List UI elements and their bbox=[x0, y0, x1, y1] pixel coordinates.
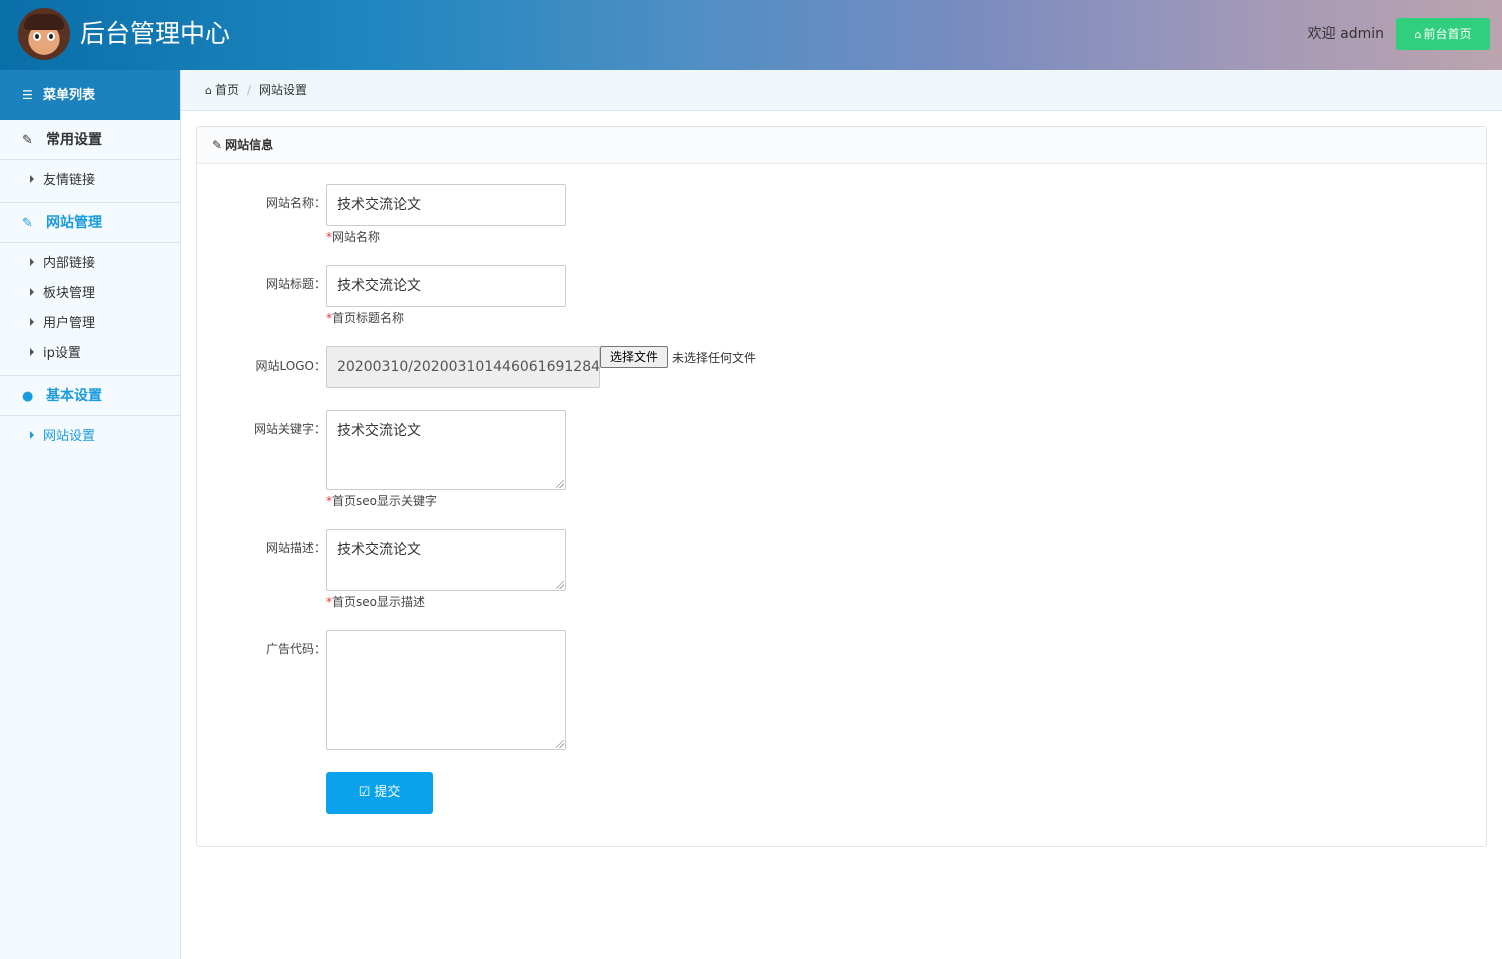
breadcrumb-separator: / bbox=[247, 83, 252, 97]
site-keywords-help: *首页seo显示关键字 bbox=[326, 494, 437, 508]
choose-file-button[interactable]: 选择文件 bbox=[600, 346, 668, 368]
site-name-input[interactable]: 技术交流论文 bbox=[326, 184, 566, 226]
site-description-value: 技术交流论文 bbox=[337, 542, 421, 558]
home-icon: ⌂ bbox=[205, 84, 212, 97]
sidebar-sublist-common: 友情链接 bbox=[0, 160, 180, 203]
caret-right-icon bbox=[30, 258, 34, 266]
menu-title-label: 菜单列表 bbox=[43, 88, 96, 103]
submit-button[interactable]: ☑ 提交 bbox=[326, 772, 433, 814]
caret-right-icon bbox=[30, 175, 34, 183]
sidebar-group-label: 基本设置 bbox=[46, 388, 102, 404]
resize-handle-icon[interactable] bbox=[556, 480, 564, 488]
resize-handle-icon[interactable] bbox=[556, 740, 564, 748]
caret-right-icon bbox=[30, 431, 34, 439]
list-icon: ☰ bbox=[22, 88, 33, 102]
sidebar-group-common[interactable]: ✎ 常用设置 bbox=[0, 120, 180, 160]
site-description-textarea[interactable]: 技术交流论文 bbox=[326, 529, 566, 591]
user-icon: ● bbox=[22, 389, 34, 404]
sidebar-group-site-management[interactable]: ✎ 网站管理 bbox=[0, 203, 180, 243]
sidebar: ☰ 菜单列表 ✎ 常用设置 友情链接 ✎ 网站管理 内部链接 板块管理 用户管理 ip… bbox=[0, 70, 181, 959]
breadcrumb-home[interactable]: 首页 bbox=[215, 83, 239, 97]
site-logo-label: 网站LOGO： bbox=[255, 359, 326, 373]
edit-icon: ✎ bbox=[22, 133, 33, 148]
sidebar-item-internal-links[interactable]: 内部链接 bbox=[0, 249, 180, 279]
sidebar-group-label: 网站管理 bbox=[46, 215, 102, 231]
sidebar-item-friend-links[interactable]: 友情链接 bbox=[0, 166, 180, 196]
sidebar-sublist-basic: 网站设置 bbox=[0, 416, 180, 458]
site-keywords-textarea[interactable]: 技术交流论文 bbox=[326, 410, 566, 490]
site-name-label: 网站名称： bbox=[265, 196, 326, 210]
edit-icon: ✎ bbox=[212, 138, 223, 152]
panel-title: ✎ 网站信息 bbox=[197, 127, 1486, 164]
caret-right-icon bbox=[30, 318, 34, 326]
app-title: 后台管理中心 bbox=[80, 19, 231, 48]
breadcrumb-current: 网站设置 bbox=[259, 83, 308, 97]
sidebar-item-label: 内部链接 bbox=[43, 256, 96, 271]
sidebar-item-label: 用户管理 bbox=[43, 316, 96, 331]
check-square-icon: ☑ bbox=[358, 785, 371, 800]
file-status: 未选择任何文件 bbox=[672, 351, 757, 365]
sidebar-item-site-settings[interactable]: 网站设置 bbox=[0, 422, 180, 452]
top-header: 后台管理中心 欢迎 admin ⌂ 前台首页 bbox=[0, 0, 1502, 70]
sidebar-item-ip[interactable]: ip设置 bbox=[0, 339, 180, 369]
site-title-label: 网站标题： bbox=[265, 277, 326, 291]
menu-title: ☰ 菜单列表 bbox=[0, 70, 180, 120]
avatar bbox=[18, 8, 70, 60]
sidebar-item-label: 板块管理 bbox=[43, 286, 96, 301]
site-name-help: *网站名称 bbox=[326, 230, 381, 244]
caret-right-icon bbox=[30, 288, 34, 296]
ad-code-label: 广告代码： bbox=[265, 642, 326, 656]
site-description-help: *首页seo显示描述 bbox=[326, 595, 425, 609]
sidebar-group-label: 常用设置 bbox=[46, 132, 102, 148]
site-keywords-label: 网站关键字： bbox=[253, 422, 326, 436]
site-description-label: 网站描述： bbox=[265, 541, 326, 555]
sidebar-sublist-site: 内部链接 板块管理 用户管理 ip设置 bbox=[0, 243, 180, 376]
sidebar-item-label: 友情链接 bbox=[43, 173, 96, 188]
ad-code-textarea[interactable] bbox=[326, 630, 566, 750]
site-title-input[interactable]: 技术交流论文 bbox=[326, 265, 566, 307]
caret-right-icon bbox=[30, 348, 34, 356]
site-title-help: *首页标题名称 bbox=[326, 311, 405, 325]
front-home-button[interactable]: ⌂ 前台首页 bbox=[1396, 18, 1490, 50]
panel-title-label: 网站信息 bbox=[225, 138, 274, 152]
front-home-label: 前台首页 bbox=[1423, 27, 1472, 41]
resize-handle-icon[interactable] bbox=[556, 581, 564, 589]
submit-label: 提交 bbox=[374, 785, 401, 800]
home-icon: ⌂ bbox=[1414, 28, 1422, 41]
sidebar-item-label: ip设置 bbox=[43, 346, 81, 361]
site-logo-path: 20200310/2020031014460616912847 bbox=[326, 346, 600, 388]
sidebar-item-users[interactable]: 用户管理 bbox=[0, 309, 180, 339]
edit-icon: ✎ bbox=[22, 216, 33, 231]
sidebar-item-label: 网站设置 bbox=[43, 429, 96, 444]
sidebar-group-basic[interactable]: ● 基本设置 bbox=[0, 376, 180, 416]
breadcrumb: ⌂ 首页 / 网站设置 bbox=[181, 70, 1502, 111]
welcome-text: 欢迎 admin bbox=[1307, 26, 1384, 42]
sidebar-item-boards[interactable]: 板块管理 bbox=[0, 279, 180, 309]
site-keywords-value: 技术交流论文 bbox=[337, 423, 421, 439]
